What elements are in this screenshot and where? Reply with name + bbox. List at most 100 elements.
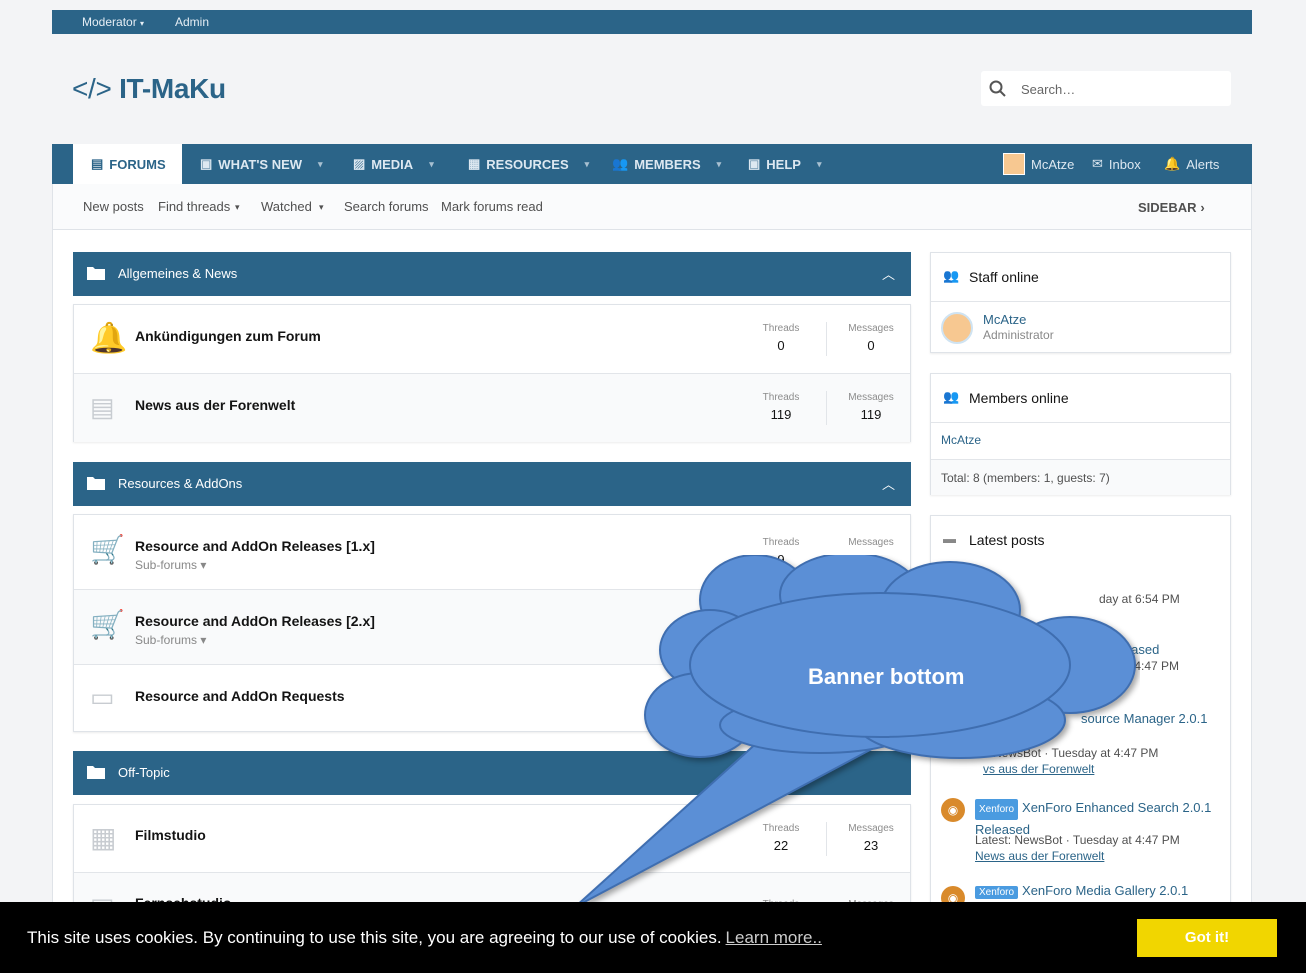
collapse-icon[interactable]: ︿ bbox=[882, 474, 895, 493]
tab-resources[interactable]: ▦ RESOURCES ▾ bbox=[468, 144, 589, 184]
search-forums-link[interactable]: Search forums bbox=[344, 199, 429, 214]
block-title[interactable]: Staff online bbox=[969, 269, 1039, 285]
category-title[interactable]: Allgemeines & News bbox=[118, 266, 237, 281]
forum-title[interactable]: News aus der Forenwelt bbox=[135, 397, 295, 413]
category-title[interactable]: Resources & AddOns bbox=[118, 476, 242, 491]
inbox-label: Inbox bbox=[1108, 156, 1141, 172]
cart-icon: 🛒 bbox=[90, 609, 125, 640]
messages-label: Messages bbox=[848, 537, 894, 548]
bell-icon: 🔔 bbox=[90, 322, 128, 355]
learn-more-link[interactable]: Learn more.. bbox=[726, 928, 822, 947]
alerts-link[interactable]: 🔔 Alerts bbox=[1164, 144, 1219, 184]
messages-label: Messages bbox=[848, 323, 894, 334]
caret-icon: ▾ bbox=[140, 19, 145, 28]
admin-link[interactable]: Admin bbox=[175, 15, 209, 29]
tab-forums[interactable]: ▤ FORUMS bbox=[73, 144, 182, 184]
staff-name[interactable]: McAtze bbox=[983, 312, 1026, 327]
resources-icon: ▦ bbox=[468, 156, 481, 171]
user-name: McAtze bbox=[1031, 156, 1075, 172]
threads-label: Threads bbox=[762, 537, 800, 548]
member-link[interactable]: McAtze bbox=[941, 433, 981, 447]
collapse-icon[interactable]: ︿ bbox=[882, 264, 895, 283]
banner-label[interactable]: Banner bottom bbox=[808, 664, 964, 690]
category-header: Resources & AddOns ︿ bbox=[73, 462, 911, 506]
tab-whats-new[interactable]: ▣ WHAT'S NEW ▾ bbox=[200, 144, 323, 184]
staff-role: Administrator bbox=[983, 328, 1054, 342]
block-title[interactable]: Members online bbox=[969, 390, 1069, 406]
bell-icon: 🔔 bbox=[1164, 156, 1181, 171]
forum-title[interactable]: Resource and AddOn Requests bbox=[135, 688, 345, 704]
accept-cookies-button[interactable]: Got it! bbox=[1137, 919, 1277, 957]
chevron-down-icon[interactable]: ▾ bbox=[817, 159, 822, 170]
moderator-menu[interactable]: Moderator ▾ bbox=[82, 15, 144, 29]
messages-count: 119 bbox=[860, 407, 882, 422]
divider bbox=[931, 422, 1230, 423]
sidebar-toggle[interactable]: SIDEBAR › bbox=[1138, 199, 1205, 215]
sub-nav: New posts Find threads ▾ Watched ▾ Searc… bbox=[52, 184, 1252, 230]
chevron-down-icon[interactable]: ▾ bbox=[235, 202, 240, 213]
new-posts-link[interactable]: New posts bbox=[83, 199, 144, 214]
threads-stat: Threads 0 bbox=[751, 323, 811, 353]
watched-link[interactable]: Watched bbox=[261, 199, 312, 214]
forum-title[interactable]: Ankündigungen zum Forum bbox=[135, 328, 321, 344]
forums-icon: ▤ bbox=[91, 156, 104, 171]
forum-title[interactable]: Resource and AddOn Releases [1.x] bbox=[135, 538, 375, 554]
alerts-label: Alerts bbox=[1186, 156, 1220, 172]
threads-label: Threads bbox=[762, 323, 800, 334]
search-input[interactable]: Search… bbox=[981, 71, 1231, 106]
node-list: 🔔 Ankündigungen zum Forum Threads 0 Messa… bbox=[73, 304, 911, 442]
chevron-down-icon[interactable]: ▾ bbox=[585, 159, 590, 170]
subforums-menu[interactable]: Sub-forums ▾ bbox=[135, 633, 206, 647]
search-icon bbox=[989, 80, 1006, 97]
divider bbox=[826, 322, 827, 356]
user-menu[interactable]: McAtze bbox=[1003, 144, 1074, 184]
cookie-text-wrap: This site uses cookies. By continuing to… bbox=[27, 928, 822, 948]
banner-cloud bbox=[574, 555, 1136, 908]
forum-title[interactable]: Resource and AddOn Releases [2.x] bbox=[135, 613, 375, 629]
members-online-block: 👥 Members online McAtze Total: 8 (member… bbox=[930, 373, 1231, 495]
chevron-right-icon: › bbox=[1200, 200, 1205, 215]
messages-stat: Messages bbox=[841, 537, 901, 548]
category-header: Allgemeines & News ︿ bbox=[73, 252, 911, 296]
chevron-down-icon[interactable]: ▾ bbox=[319, 202, 324, 213]
subforums-label: Sub-forums bbox=[135, 558, 198, 572]
messages-stat: Messages 0 bbox=[841, 323, 901, 353]
subforums-menu[interactable]: Sub-forums ▾ bbox=[135, 558, 206, 572]
find-threads-link[interactable]: Find threads bbox=[158, 199, 230, 214]
sidebar-label: SIDEBAR bbox=[1138, 200, 1197, 215]
block-title[interactable]: Latest posts bbox=[969, 532, 1045, 548]
messages-stat: Messages 119 bbox=[841, 392, 901, 422]
logo-text: IT-MaKu bbox=[119, 73, 226, 104]
tab-members[interactable]: 👥 MEMBERS ▾ bbox=[612, 144, 721, 184]
chevron-down-icon[interactable]: ▾ bbox=[318, 159, 323, 170]
users-icon: 👥 bbox=[943, 268, 960, 283]
category-title[interactable]: Off-Topic bbox=[118, 765, 170, 780]
tab-label: RESOURCES bbox=[486, 156, 569, 172]
help-icon: ▣ bbox=[748, 156, 761, 171]
site-logo[interactable]: </> IT-MaKu bbox=[72, 73, 226, 105]
tab-label: MEMBERS bbox=[634, 156, 701, 172]
envelope-icon: ✉ bbox=[1092, 156, 1103, 171]
avatar[interactable] bbox=[941, 312, 973, 344]
mark-forums-read-link[interactable]: Mark forums read bbox=[441, 199, 543, 214]
folder-icon bbox=[87, 766, 105, 779]
code-icon: </> bbox=[72, 73, 112, 104]
subforums-label: Sub-forums bbox=[135, 633, 198, 647]
staff-bar: Moderator ▾ Admin bbox=[52, 10, 1252, 34]
chat-icon: ▭ bbox=[90, 682, 115, 712]
inbox-link[interactable]: ✉ Inbox bbox=[1092, 144, 1141, 184]
tab-media[interactable]: ▨ MEDIA ▾ bbox=[353, 144, 434, 184]
main-nav: ▤ FORUMS ▣ WHAT'S NEW ▾ ▨ MEDIA ▾ ▦ RESOURCES ▾… bbox=[52, 144, 1252, 184]
forum-title[interactable]: Filmstudio bbox=[135, 827, 206, 843]
forum-node: 🔔 Ankündigungen zum Forum Threads 0 Messa… bbox=[74, 305, 910, 374]
tab-label: MEDIA bbox=[371, 156, 414, 172]
chevron-down-icon[interactable]: ▾ bbox=[717, 159, 722, 170]
members-footer: Total: 8 (members: 1, guests: 7) bbox=[931, 459, 1230, 495]
avatar bbox=[1003, 153, 1025, 175]
forum-node: ▤ News aus der Forenwelt Threads 119 Mess… bbox=[74, 374, 910, 442]
tab-help[interactable]: ▣ HELP ▾ bbox=[748, 144, 822, 184]
newspaper-icon: ▤ bbox=[90, 392, 115, 422]
tab-label: HELP bbox=[766, 156, 801, 172]
tab-label: WHAT'S NEW bbox=[218, 156, 303, 172]
chevron-down-icon[interactable]: ▾ bbox=[429, 159, 434, 170]
